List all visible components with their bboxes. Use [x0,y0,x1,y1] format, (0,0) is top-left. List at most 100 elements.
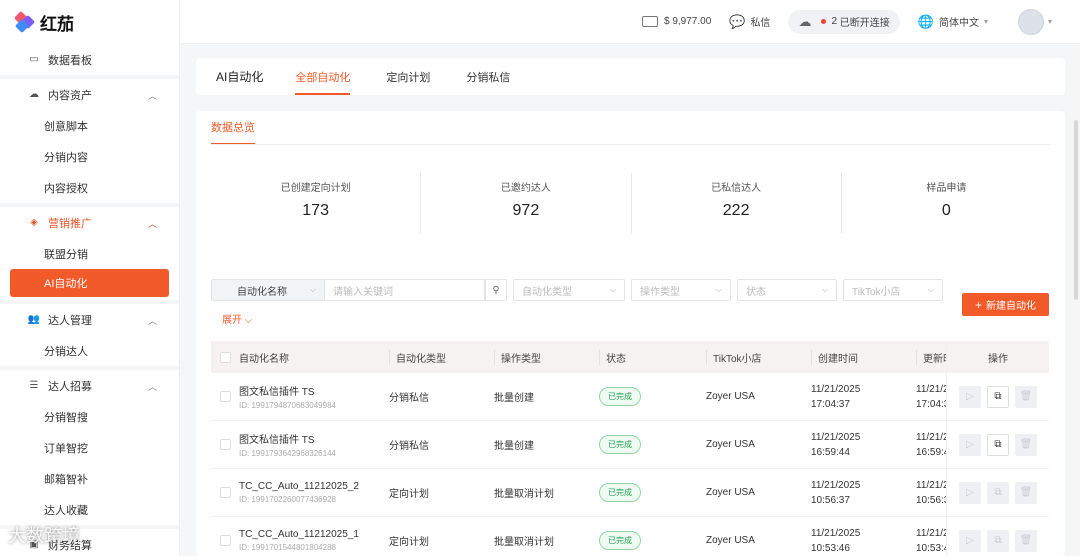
row-checkbox[interactable] [219,487,231,498]
status-select[interactable]: 状态 ⌵ [737,279,837,301]
sidebar-item-content-auth[interactable]: 内容授权 [0,172,179,203]
language-selector[interactable]: 🌐 简体中文 ▾ [918,14,988,30]
cloud-icon: ☁ [798,13,812,29]
trash-icon: 🗑 [1019,391,1033,402]
chevron-down-icon: ▾ [983,17,988,26]
expand-filters-button[interactable]: 展开 ⌵ [222,311,252,326]
sidebar-item-ai-automation[interactable]: AI自动化 [10,269,169,297]
avatar[interactable] [1017,8,1044,35]
chevron-up-icon: ︿ [147,316,157,326]
globe-icon: 🌐 [917,13,934,29]
table-row[interactable]: 图文私信插件 TS ID: 1991793642968326144 分销私信 批量… [211,421,1049,469]
watermark: 大数跨境 [8,522,80,548]
row-checkbox[interactable] [219,391,231,402]
delete-button[interactable]: 🗑 [1015,433,1037,456]
sidebar-item-affiliate[interactable]: 联盟分销 [0,238,179,269]
play-button[interactable]: ▷ [959,529,981,552]
chat-icon: 💬 [729,13,746,29]
new-automation-button[interactable]: + 新建自动化 [962,293,1049,316]
status-badge: 已完成 [599,387,641,406]
list-icon: ☰ [29,380,39,391]
main-card: 数据总览 已创建定向计划 173 已邀约达人 972 已私信达人 222 样品申… [196,111,1065,556]
copy-button[interactable]: ⧉ [987,433,1009,456]
select-all-checkbox[interactable] [219,351,231,363]
status-badge: 已完成 [599,531,641,550]
stats-row: 已创建定向计划 173 已邀约达人 972 已私信达人 222 样品申请 0 [211,173,1051,233]
play-button[interactable]: ▷ [959,385,981,408]
stat-samples: 样品申请 0 [926,183,967,219]
copy-button[interactable]: ⧉ [987,529,1009,552]
wallet-icon [641,16,658,27]
users-icon: 👥 [27,314,41,325]
sidebar-item-creators[interactable]: 👥 达人管理 ︿ [0,304,179,335]
name-field-select[interactable]: 自动化名称 ⌵ [211,279,324,301]
play-button[interactable]: ▷ [959,433,981,456]
sidebar-item-dashboard[interactable]: ▭ 数据看板 [0,44,179,75]
table-row[interactable]: TC_CC_Auto_11212025_1 ID: 199170154480180… [211,517,1049,556]
connection-status[interactable]: ☁ 2 已断开连接 [788,9,900,34]
messages-button[interactable]: 💬 私信 [729,14,770,30]
sidebar-item-favorites[interactable]: 达人收藏 [0,494,179,525]
chevron-down-icon: ⌵ [609,285,616,294]
balance[interactable]: $ 9,977.00 [641,16,711,27]
cloud-icon: ☁ [29,89,39,100]
automation-table: 自动化名称 自动化类型 操作类型 状态 TikTok小店 创建时间 更新时间 操… [211,341,1049,556]
sidebar-item-recruit[interactable]: ☰ 达人招募 ︿ [0,370,179,401]
search-button[interactable]: ⚲ [485,279,507,301]
copy-icon: ⧉ [994,439,1002,450]
status-badge: 已完成 [599,483,641,502]
tab-data-overview[interactable]: 数据总览 [211,119,255,145]
copy-button[interactable]: ⧉ [987,385,1009,408]
table-row[interactable]: TC_CC_Auto_11212025_2 ID: 199170226007743… [211,469,1049,517]
sidebar: 红茄 ▭ 数据看板 ☁ 内容资产 ︿ 创意脚本 分销内容 内容授权 ◈ 营销推广… [0,0,180,556]
copy-icon: ⧉ [994,487,1002,498]
automation-type-select[interactable]: 自动化类型 ⌵ [513,279,625,301]
chevron-down-icon: ⌵ [309,285,316,294]
status-dot-icon [821,19,827,24]
delete-button[interactable]: 🗑 [1015,385,1037,408]
search-input[interactable]: 请输入关键词 [324,279,485,301]
chevron-down-icon[interactable]: ▾ [1048,17,1052,26]
sidebar-item-smart-search[interactable]: 分销智搜 [0,401,179,432]
logo-icon [13,10,36,34]
cube-icon: ◈ [30,217,38,228]
sidebar-item-dist-creators[interactable]: 分销达人 [0,335,179,366]
play-icon: ▷ [966,439,974,450]
copy-button[interactable]: ⧉ [987,481,1009,504]
play-button[interactable]: ▷ [959,481,981,504]
tab-all-automation[interactable]: 全部自动化 [295,58,351,95]
play-icon: ▷ [966,487,974,498]
chevron-down-icon: ⌵ [927,285,934,294]
sidebar-item-email-fill[interactable]: 邮箱智补 [0,463,179,494]
chevron-down-icon: ⌵ [821,285,828,294]
row-checkbox[interactable] [219,535,231,546]
search-icon: ⚲ [492,284,500,296]
monitor-icon: ▭ [29,54,39,65]
tab-ai-automation[interactable]: AI自动化 [216,58,263,95]
status-badge: 已完成 [599,435,641,454]
delete-button[interactable]: 🗑 [1015,481,1037,504]
chevron-up-icon: ︿ [147,91,157,101]
play-icon: ▷ [966,535,974,546]
sidebar-item-dist-content[interactable]: 分销内容 [0,141,179,172]
tab-targeted-plan[interactable]: 定向计划 [386,58,430,95]
brand-name: 红茄 [40,14,74,34]
watermark-text: 大数跨境 [8,526,80,546]
trash-icon: 🗑 [1019,439,1033,450]
sidebar-item-creative-script[interactable]: 创意脚本 [0,110,179,141]
trash-icon: 🗑 [1019,487,1033,498]
trash-icon: 🗑 [1019,535,1033,546]
page-scrollbar[interactable] [1074,120,1078,300]
tab-dist-message[interactable]: 分销私信 [466,58,510,95]
sidebar-item-marketing[interactable]: ◈ 营销推广 ︿ [0,207,179,238]
copy-icon: ⧉ [994,391,1002,402]
shop-select[interactable]: TikTok小店 ⌵ [843,279,943,301]
sidebar-item-content[interactable]: ☁ 内容资产 ︿ [0,79,179,110]
logo[interactable]: 红茄 [0,0,179,44]
sidebar-item-order-mining[interactable]: 订单智挖 [0,432,179,463]
row-checkbox[interactable] [219,439,231,450]
table-row[interactable]: 图文私信插件 TS ID: 1991794870683049984 分销私信 批量… [211,373,1049,421]
operation-type-select[interactable]: 操作类型 ⌵ [631,279,731,301]
stat-messaged: 已私信达人 222 [632,173,842,233]
delete-button[interactable]: 🗑 [1015,529,1037,552]
